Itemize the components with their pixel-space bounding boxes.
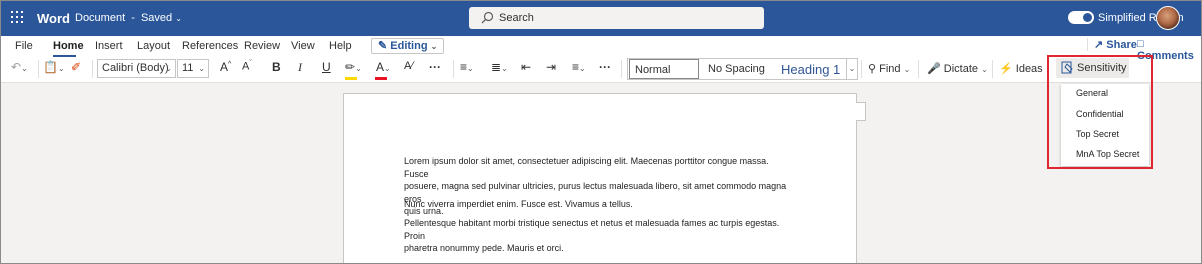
underline-icon[interactable]: U bbox=[322, 60, 331, 78]
document-page[interactable]: Lorem ipsum dolor sit amet, consectetuer… bbox=[343, 93, 857, 263]
tab-file[interactable]: File bbox=[15, 40, 33, 52]
dictate-label: Dictate bbox=[943, 63, 979, 75]
dictate-button[interactable]: 🎤 Dictate ⌄ bbox=[927, 62, 988, 80]
editing-mode-button[interactable]: ✎ Editing ⌄ bbox=[371, 38, 445, 54]
paste-icon[interactable]: 📋⌄ bbox=[43, 60, 65, 78]
avatar[interactable] bbox=[1156, 6, 1180, 30]
decrease-indent-icon[interactable]: ⇤ bbox=[521, 60, 531, 78]
format-painter-icon[interactable]: ✐ bbox=[71, 60, 81, 78]
chevron-down-icon: ⌄ bbox=[430, 42, 438, 51]
tab-view[interactable]: View bbox=[291, 40, 315, 52]
italic-icon[interactable]: I bbox=[298, 60, 302, 78]
active-tab-indicator bbox=[53, 55, 76, 57]
clear-formatting-icon[interactable]: A∕ bbox=[404, 60, 413, 78]
tab-help[interactable]: Help bbox=[329, 40, 352, 52]
undo-icon[interactable]: ↶⌄ bbox=[11, 60, 28, 78]
align-icon[interactable]: ≡⌄ bbox=[572, 60, 586, 78]
divider bbox=[453, 60, 454, 78]
tab-references[interactable]: References bbox=[182, 40, 238, 52]
comment-icon: □ bbox=[1137, 38, 1144, 50]
ideas-label: Ideas bbox=[1015, 63, 1043, 75]
font-family-value: Calibri (Body) bbox=[102, 62, 169, 74]
text-line: Lorem ipsum dolor sit amet, consectetuer… bbox=[404, 156, 769, 179]
style-normal[interactable]: Normal bbox=[629, 59, 699, 79]
tab-layout[interactable]: Layout bbox=[137, 40, 170, 52]
divider bbox=[918, 60, 919, 78]
app-launcher-icon[interactable] bbox=[11, 11, 23, 23]
search-icon: ⚲ bbox=[868, 63, 877, 75]
chevron-down-icon: ⌄ bbox=[981, 65, 988, 74]
ideas-button[interactable]: ⚡ Ideas bbox=[999, 62, 1043, 80]
simplified-ribbon-toggle[interactable] bbox=[1068, 11, 1094, 24]
comment-margin-tab[interactable] bbox=[856, 102, 866, 121]
document-title: Document bbox=[75, 12, 126, 24]
font-family-select[interactable]: Calibri (Body) ⌄ bbox=[97, 59, 176, 78]
word-window: Word Document - Saved ⌄ Search Simplifie… bbox=[0, 0, 1202, 264]
search-input[interactable]: Search bbox=[469, 7, 764, 29]
paragraph-3: Pellentesque habitant morbi tristique se… bbox=[404, 217, 794, 255]
pencil-icon: ✎ bbox=[378, 40, 388, 52]
text-line: Pellentesque habitant morbi tristique se… bbox=[404, 218, 780, 241]
divider bbox=[38, 60, 39, 78]
font-size-select[interactable]: 11 ⌄ bbox=[177, 59, 209, 78]
tab-home[interactable]: Home bbox=[53, 40, 84, 52]
lightning-icon: ⚡ bbox=[999, 63, 1013, 75]
divider bbox=[992, 60, 993, 78]
highlight-color-bar bbox=[345, 77, 357, 80]
find-label: Find bbox=[879, 63, 901, 75]
chevron-down-icon: ⌄ bbox=[165, 64, 172, 73]
share-icon: ↗ bbox=[1094, 39, 1104, 51]
share-button[interactable]: ↗ Share bbox=[1087, 38, 1137, 51]
numbering-icon[interactable]: ≣⌄ bbox=[491, 60, 508, 78]
title-bar: Word Document - Saved ⌄ Search Simplifie… bbox=[1, 1, 1201, 36]
tab-review[interactable]: Review bbox=[244, 40, 280, 52]
style-no-spacing[interactable]: No Spacing bbox=[708, 59, 778, 79]
chevron-down-icon: ⌄ bbox=[198, 64, 205, 73]
tab-insert[interactable]: Insert bbox=[95, 40, 123, 52]
increase-font-size-icon[interactable]: A^ bbox=[220, 60, 231, 78]
search-icon bbox=[481, 11, 494, 24]
divider bbox=[861, 60, 862, 78]
more-paragraph-options-icon[interactable]: ··· bbox=[599, 60, 611, 78]
font-color-icon[interactable]: A⌄ bbox=[376, 60, 391, 78]
style-heading-1[interactable]: Heading 1 bbox=[781, 59, 840, 79]
microphone-icon: 🎤 bbox=[927, 63, 941, 75]
paragraph-2: Nunc viverra imperdiet enim. Fusce est. … bbox=[404, 198, 794, 211]
ribbon: File Home Insert Layout References Revie… bbox=[1, 36, 1201, 83]
editing-label: Editing bbox=[390, 40, 428, 52]
text-line: pharetra nonummy pede. Mauris et orci. bbox=[404, 243, 564, 253]
chevron-down-icon: ⌄ bbox=[175, 14, 182, 23]
share-label: Share bbox=[1106, 39, 1137, 51]
decrease-font-size-icon[interactable]: Aˇ bbox=[242, 60, 252, 78]
font-size-value: 11 bbox=[182, 62, 194, 74]
more-options-icon[interactable]: ··· bbox=[429, 60, 441, 78]
search-placeholder: Search bbox=[499, 12, 534, 24]
styles-gallery: Normal No Spacing Heading 1 ⌄ bbox=[627, 58, 858, 80]
save-status: Saved bbox=[140, 12, 173, 24]
app-name[interactable]: Word bbox=[37, 11, 70, 26]
callout-highlight-box bbox=[1047, 55, 1153, 169]
find-button[interactable]: ⚲ Find ⌄ bbox=[868, 62, 910, 80]
text-line: Nunc viverra imperdiet enim. Fusce est. … bbox=[404, 199, 633, 209]
bold-icon[interactable]: B bbox=[272, 60, 281, 78]
highlight-icon[interactable]: ✏⌄ bbox=[345, 60, 362, 78]
font-color-bar bbox=[375, 77, 387, 80]
chevron-down-icon: ⌄ bbox=[903, 65, 911, 74]
divider bbox=[621, 60, 622, 78]
document-name[interactable]: Document - Saved ⌄ bbox=[75, 12, 182, 24]
bullets-icon[interactable]: ≡⌄ bbox=[460, 60, 474, 78]
increase-indent-icon[interactable]: ⇥ bbox=[546, 60, 556, 78]
styles-more-icon[interactable]: ⌄ bbox=[846, 59, 857, 79]
divider bbox=[92, 60, 93, 78]
